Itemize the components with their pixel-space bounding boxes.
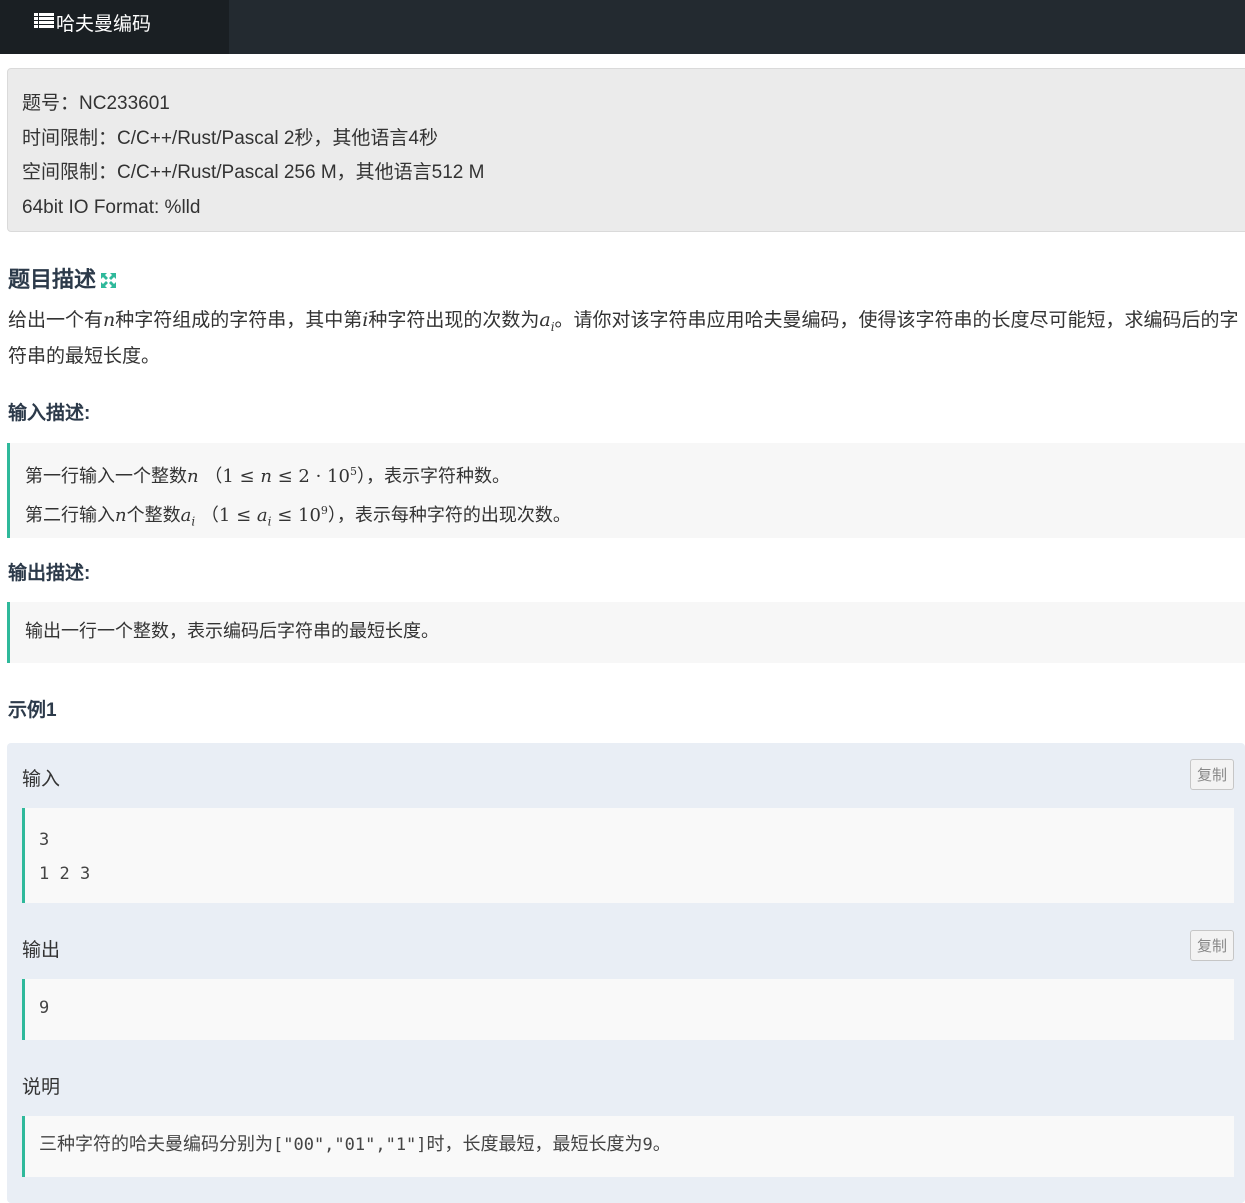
input-desc-block: 第一行输入一个整数n （1 ≤ n ≤ 2 · 105），表示字符种数。 第二行…	[7, 443, 1245, 538]
copy-input-button[interactable]: 复制	[1190, 759, 1234, 790]
list-icon	[34, 13, 54, 28]
problem-tab[interactable]: 哈夫曼编码	[0, 0, 229, 54]
io-format: 64bit IO Format: %lld	[22, 196, 201, 218]
memory-limit: 空间限制：C/C++/Rust/Pascal 256 M，其他语言512 M	[22, 162, 485, 183]
tab-title: 哈夫曼编码	[56, 14, 152, 35]
example-heading: 示例1	[8, 700, 57, 721]
input-line-1: 3	[39, 830, 50, 850]
description-title: 题目描述	[8, 267, 97, 292]
top-bar: 哈夫曼编码	[0, 0, 1245, 54]
output-desc-heading: 输出描述:	[8, 563, 91, 584]
example-panel: 输入 复制 3 1 2 3 输出 复制 9 说明 三种字符的哈夫曼编码分别为["…	[7, 743, 1245, 1203]
description-heading: 题目描述	[8, 262, 117, 295]
input-desc-line-1: 第一行输入一个整数n （1 ≤ n ≤ 2 · 105），表示字符种数。	[25, 465, 510, 487]
example-explain-block: 三种字符的哈夫曼编码分别为["00","01","1"]时，长度最短，最短长度为…	[22, 1116, 1234, 1177]
example-explain-label: 说明	[22, 1077, 61, 1098]
explain-line: 三种字符的哈夫曼编码分别为["00","01","1"]时，长度最短，最短长度为…	[39, 1134, 671, 1155]
input-desc-line-2: 第二行输入n个整数ai （1 ≤ ai ≤ 109），表示每种字符的出现次数。	[25, 504, 571, 529]
example-output-code[interactable]: 9	[22, 979, 1234, 1040]
output-desc-block: 输出一行一个整数，表示编码后字符串的最短长度。	[7, 602, 1245, 663]
description-text: 给出一个有n种字符组成的字符串，其中第i种字符出现的次数为ai。请你对该字符串应…	[8, 309, 1239, 367]
output-desc-line: 输出一行一个整数，表示编码后字符串的最短长度。	[25, 621, 439, 642]
example-input-label: 输入	[22, 769, 61, 790]
copy-output-button[interactable]: 复制	[1190, 930, 1234, 961]
example-output-label: 输出	[22, 940, 61, 961]
time-limit: 时间限制：C/C++/Rust/Pascal 2秒，其他语言4秒	[22, 127, 438, 149]
problem-info-panel: 题号：NC233601 时间限制：C/C++/Rust/Pascal 2秒，其他…	[7, 68, 1245, 232]
problem-id: 题号：NC233601	[22, 93, 170, 114]
input-desc-heading: 输入描述:	[8, 403, 91, 424]
output-line-1: 9	[39, 998, 50, 1018]
example-input-code[interactable]: 3 1 2 3	[22, 808, 1234, 903]
expand-icon[interactable]	[100, 269, 117, 295]
input-line-2: 1 2 3	[39, 864, 91, 884]
